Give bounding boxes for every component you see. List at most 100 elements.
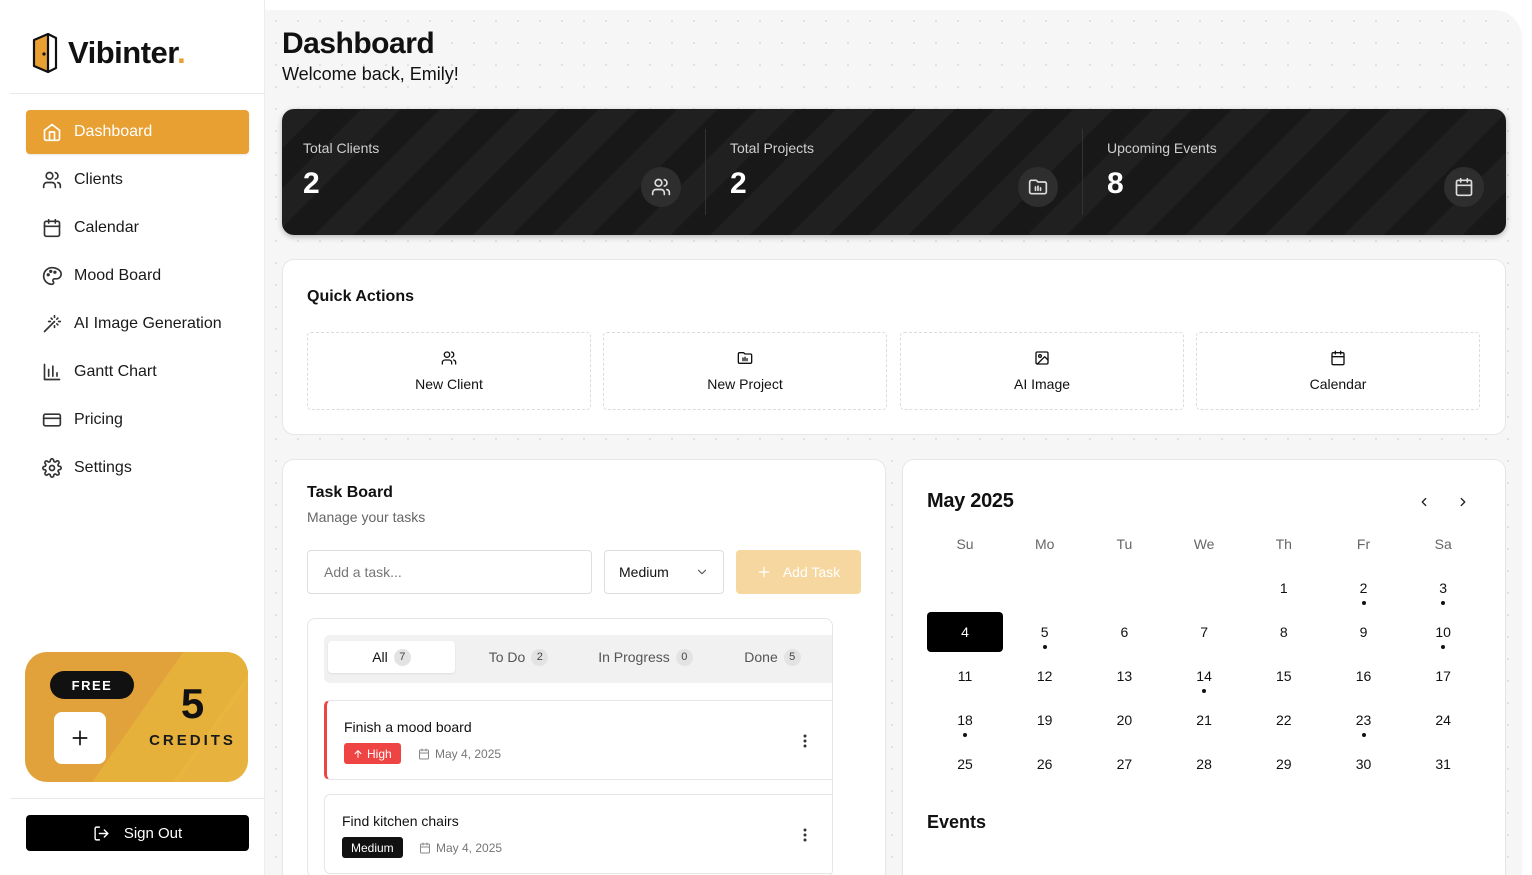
users-icon bbox=[641, 167, 681, 207]
task-item[interactable]: Find kitchen chairs Medium May 4, 2025 bbox=[324, 794, 832, 874]
sign-out-label: Sign Out bbox=[123, 824, 183, 842]
quick-action-label: New Client bbox=[415, 376, 483, 392]
users-icon bbox=[441, 350, 457, 366]
calendar-day[interactable]: 17 bbox=[1405, 656, 1481, 696]
task-filter-tabs: All 7 To Do 2 In Progress 0 Done 5 bbox=[324, 635, 832, 683]
task-name: Finish a mood board bbox=[344, 719, 472, 735]
calendar-day[interactable]: 29 bbox=[1246, 744, 1322, 784]
tab-in-progress[interactable]: In Progress 0 bbox=[582, 641, 709, 673]
calendar-day[interactable]: 14 bbox=[1166, 656, 1242, 696]
sidebar-item-label: Mood Board bbox=[74, 267, 162, 284]
sidebar-item-calendar[interactable]: Calendar bbox=[26, 206, 249, 250]
more-vertical-icon[interactable] bbox=[795, 731, 815, 751]
stat-value: 2 bbox=[303, 167, 320, 200]
task-board-card: Task Board Manage your tasks Medium Add … bbox=[282, 459, 886, 875]
calendar-day[interactable]: 5 bbox=[1007, 612, 1083, 652]
calendar-icon bbox=[42, 218, 62, 238]
calendar-day[interactable]: 28 bbox=[1166, 744, 1242, 784]
calendar-day[interactable]: 23 bbox=[1326, 700, 1402, 740]
sidebar-item-label: Pricing bbox=[74, 411, 123, 428]
add-task-label: Add Task bbox=[782, 564, 841, 580]
priority-badge: Medium bbox=[342, 837, 403, 858]
calendar-day[interactable]: 6 bbox=[1086, 612, 1162, 652]
sign-out-icon bbox=[93, 825, 110, 842]
add-task-button[interactable]: Add Task bbox=[736, 550, 861, 594]
weekday-header: Fr bbox=[1356, 536, 1371, 552]
stat-upcoming-events[interactable]: Upcoming Events 8 bbox=[1083, 109, 1506, 235]
calendar-icon bbox=[419, 842, 431, 854]
events-title: Events bbox=[927, 812, 987, 832]
task-board-subtitle: Manage your tasks bbox=[307, 509, 426, 525]
task-input[interactable] bbox=[307, 550, 592, 594]
calendar-day[interactable]: 13 bbox=[1086, 656, 1162, 696]
calendar-day[interactable]: 3 bbox=[1405, 568, 1481, 608]
sidebar-item-ai-image-generation[interactable]: AI Image Generation bbox=[26, 302, 249, 346]
sidebar-item-label: Gantt Chart bbox=[74, 363, 157, 380]
stat-label: Total Clients bbox=[303, 140, 380, 156]
calendar-day[interactable]: 30 bbox=[1326, 744, 1402, 784]
calendar-day[interactable]: 18 bbox=[927, 700, 1003, 740]
calendar-day[interactable]: 20 bbox=[1086, 700, 1162, 740]
quick-action-label: Calendar bbox=[1309, 376, 1367, 392]
calendar-day[interactable]: 15 bbox=[1246, 656, 1322, 696]
calendar-day[interactable]: 22 bbox=[1246, 700, 1322, 740]
tab-count: 2 bbox=[531, 648, 549, 666]
stat-total-projects[interactable]: Total Projects 2 bbox=[706, 109, 1082, 235]
buy-credits-button[interactable] bbox=[54, 712, 106, 764]
calendar-day[interactable]: 16 bbox=[1326, 656, 1402, 696]
priority-badge: High bbox=[344, 743, 401, 764]
chevron-left-icon[interactable] bbox=[1414, 492, 1434, 512]
weekday-header: We bbox=[1193, 536, 1215, 552]
calendar-card: May 2025 Su Mo Tu We Th Fr Sa 1 2 3 4 5 6 7 8 9 10 11 12 13… bbox=[902, 459, 1506, 875]
sidebar-item-gantt-chart[interactable]: Gantt Chart bbox=[26, 350, 249, 394]
calendar-day[interactable]: 8 bbox=[1246, 612, 1322, 652]
stat-total-clients[interactable]: Total Clients 2 bbox=[282, 109, 705, 235]
sidebar-item-label: Clients bbox=[74, 171, 123, 188]
calendar-day[interactable]: 19 bbox=[1007, 700, 1083, 740]
calendar-day[interactable]: 2 bbox=[1326, 568, 1402, 608]
task-board-title: Task Board bbox=[307, 484, 393, 501]
sign-out-button[interactable]: Sign Out bbox=[26, 815, 249, 851]
task-due-date: May 4, 2025 bbox=[418, 743, 501, 764]
tab-all[interactable]: All 7 bbox=[328, 641, 455, 673]
sidebar-item-dashboard[interactable]: Dashboard bbox=[26, 110, 249, 154]
new-project-button[interactable]: New Project bbox=[603, 332, 887, 410]
sidebar-item-clients[interactable]: Clients bbox=[26, 158, 249, 202]
calendar-day[interactable]: 4 bbox=[927, 612, 1003, 652]
page-title: Dashboard bbox=[282, 27, 435, 60]
new-client-button[interactable]: New Client bbox=[307, 332, 591, 410]
calendar-day[interactable]: 11 bbox=[927, 656, 1003, 696]
calendar-day[interactable]: 26 bbox=[1007, 744, 1083, 784]
calendar-day[interactable]: 21 bbox=[1166, 700, 1242, 740]
more-vertical-icon[interactable] bbox=[795, 825, 815, 845]
event-indicator bbox=[1361, 601, 1366, 605]
brand-logo[interactable]: Vibinter. bbox=[30, 30, 186, 76]
sidebar-item-settings[interactable]: Settings bbox=[26, 446, 249, 490]
task-item[interactable]: Finish a mood board High May 4, 2025 bbox=[324, 700, 832, 780]
tab-label: All bbox=[372, 649, 388, 665]
credits-label: CREDITS bbox=[149, 732, 236, 749]
calendar-button[interactable]: Calendar bbox=[1196, 332, 1480, 410]
chevron-right-icon[interactable] bbox=[1453, 492, 1473, 512]
priority-select[interactable]: Medium bbox=[604, 550, 724, 594]
calendar-day[interactable]: 7 bbox=[1166, 612, 1242, 652]
tab-done[interactable]: Done 5 bbox=[709, 641, 832, 673]
tab-label: In Progress bbox=[598, 649, 670, 665]
calendar-day[interactable]: 27 bbox=[1086, 744, 1162, 784]
tab-to-do[interactable]: To Do 2 bbox=[455, 641, 582, 673]
ai-image-button[interactable]: AI Image bbox=[900, 332, 1184, 410]
weekday-header: Su bbox=[956, 536, 974, 552]
calendar-day[interactable]: 31 bbox=[1405, 744, 1481, 784]
calendar-day[interactable]: 9 bbox=[1326, 612, 1402, 652]
calendar-day[interactable]: 1 bbox=[1246, 568, 1322, 608]
calendar-day[interactable]: 24 bbox=[1405, 700, 1481, 740]
tab-count: 0 bbox=[675, 648, 693, 666]
sidebar-item-mood-board[interactable]: Mood Board bbox=[26, 254, 249, 298]
calendar-day[interactable]: 10 bbox=[1405, 612, 1481, 652]
calendar-day[interactable]: 12 bbox=[1007, 656, 1083, 696]
weekday-header: Sa bbox=[1434, 536, 1452, 552]
event-indicator bbox=[963, 733, 967, 737]
calendar-day[interactable]: 25 bbox=[927, 744, 1003, 784]
sidebar-item-pricing[interactable]: Pricing bbox=[26, 398, 249, 442]
event-indicator bbox=[1441, 645, 1446, 649]
